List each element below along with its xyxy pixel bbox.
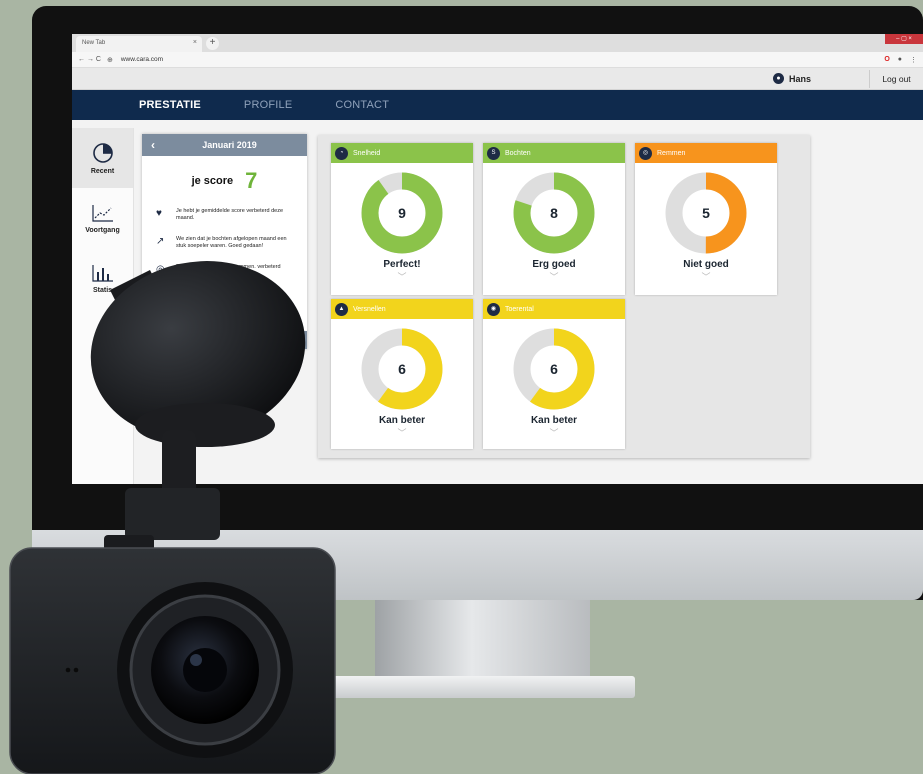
opera-icon[interactable]: O bbox=[884, 56, 889, 64]
rpm-gauge-icon: ◉ bbox=[487, 302, 500, 316]
curve-sign-icon: S bbox=[487, 146, 500, 160]
score-ring: 9 bbox=[361, 172, 443, 254]
month-title: Januari 2019 bbox=[202, 140, 257, 150]
speedometer-icon: ◔ bbox=[335, 146, 348, 160]
main-nav: PRESTATIE PROFILE CONTACT bbox=[72, 90, 923, 120]
score-ring: 5 bbox=[665, 172, 747, 254]
ring-value: 9 bbox=[398, 205, 406, 221]
card-versnellen[interactable]: ▲ Versnellen 6 Kan beter ﹀ bbox=[331, 299, 473, 449]
user-menu[interactable]: ● Hans bbox=[772, 73, 811, 84]
sidebar-item-label: Recent bbox=[90, 167, 115, 175]
card-rating: Kan beter bbox=[378, 415, 426, 426]
extension-icon[interactable]: ● bbox=[898, 56, 902, 64]
line-chart-icon bbox=[91, 204, 113, 222]
message-item: ◎ Probeer minder hard te remmen. verbete… bbox=[142, 264, 307, 278]
score-ring: 6 bbox=[513, 328, 595, 410]
pie-chart-icon bbox=[92, 142, 113, 163]
heart-icon: ♥ bbox=[156, 208, 162, 219]
card-title: Versnellen bbox=[353, 305, 386, 313]
card-rating: Niet goed bbox=[683, 259, 729, 270]
nav-contact[interactable]: CONTACT bbox=[335, 99, 389, 111]
score-label: je score bbox=[191, 175, 234, 187]
sidebar-item-statistieken[interactable]: Statis bbox=[72, 248, 133, 308]
chevron-down-icon[interactable]: ﹀ bbox=[483, 270, 625, 284]
nav-prestatie[interactable]: PRESTATIE bbox=[139, 99, 201, 111]
tab-title: New Tab bbox=[82, 40, 106, 46]
new-tab-button[interactable]: + bbox=[206, 37, 219, 50]
card-rating: Kan beter bbox=[530, 415, 578, 426]
monitor-stand-base bbox=[330, 676, 635, 698]
ring-value: 8 bbox=[550, 205, 558, 221]
chevron-left-icon[interactable]: ‹ bbox=[142, 138, 164, 152]
score-ring: 8 bbox=[513, 172, 595, 254]
nav-profile[interactable]: PROFILE bbox=[244, 99, 292, 111]
brake-icon: ◎ bbox=[156, 264, 165, 275]
card-snelheid[interactable]: ◔ Snelheid 9 Perfect! ﹀ bbox=[331, 143, 473, 295]
message-text: Probeer minder hard te remmen. verbeterd… bbox=[176, 264, 281, 277]
score-value: 7 bbox=[245, 168, 258, 193]
card-bochten[interactable]: S Bochten 8 Erg goed ﹀ bbox=[483, 143, 625, 295]
bar-chart-icon bbox=[91, 264, 113, 282]
card-rating: Perfect! bbox=[383, 259, 421, 270]
user-icon: ● bbox=[772, 73, 784, 84]
sidebar-item-label: Voortgang bbox=[85, 226, 120, 234]
card-title: Toerental bbox=[505, 305, 534, 313]
message-text: We zien dat je bochten afgelopen maand e… bbox=[176, 236, 287, 249]
card-header: ▲ Versnellen bbox=[331, 299, 473, 319]
message-item: ♥ Je hebt je gemiddelde score verbeterd … bbox=[142, 208, 307, 222]
menu-icon[interactable]: ⋮ bbox=[910, 56, 917, 64]
ring-value: 6 bbox=[398, 361, 406, 377]
card-header: ◉ Toerental bbox=[483, 299, 625, 319]
card-title: Snelheid bbox=[353, 149, 381, 157]
window-controls[interactable]: – ▢ × bbox=[885, 34, 923, 44]
ring-value: 6 bbox=[550, 361, 558, 377]
card-title: Bochten bbox=[505, 149, 531, 157]
card-header: ◔ Snelheid bbox=[331, 143, 473, 163]
message-text: Je hebt je gemiddelde score verbeterd de… bbox=[176, 208, 284, 221]
chevron-down-icon[interactable]: ﹀ bbox=[483, 426, 625, 440]
accelerate-icon: ▲ bbox=[335, 302, 348, 316]
curve-arrow-icon: ↗ bbox=[156, 236, 165, 247]
screen: New Tab × + – ▢ × ← → C ⊕ www.cara.com O… bbox=[72, 34, 923, 484]
user-bar: ● Hans Log out bbox=[72, 68, 923, 90]
chevron-down-icon[interactable]: ﹀ bbox=[635, 270, 777, 284]
score-summary: je score 7 bbox=[142, 168, 307, 194]
extension-area: O ● ⋮ bbox=[884, 56, 923, 64]
brake-disc-icon: ◎ bbox=[639, 146, 652, 160]
panel-footer bbox=[142, 331, 307, 349]
card-rating: Erg goed bbox=[532, 259, 576, 270]
sidebar-item-recent[interactable]: Recent bbox=[72, 128, 133, 188]
user-name: Hans bbox=[788, 73, 811, 84]
score-ring: 6 bbox=[361, 328, 443, 410]
globe-icon: ⊕ bbox=[106, 56, 113, 64]
address-bar: ← → C ⊕ www.cara.com O ● ⋮ bbox=[72, 52, 923, 68]
logout-button[interactable]: Log out bbox=[869, 70, 923, 88]
url-field[interactable]: www.cara.com bbox=[121, 56, 163, 63]
chevron-down-icon[interactable]: ﹀ bbox=[331, 426, 473, 440]
month-header: ‹ Januari 2019 bbox=[142, 134, 307, 156]
ring-value: 5 bbox=[702, 205, 710, 221]
card-header: ◎ Remmen bbox=[635, 143, 777, 163]
card-toerental[interactable]: ◉ Toerental 6 Kan beter ﹀ bbox=[483, 299, 625, 449]
card-title: Remmen bbox=[657, 149, 686, 157]
side-menu: Recent Voortgang Statis bbox=[72, 128, 134, 484]
browser-tab[interactable]: New Tab × bbox=[76, 36, 202, 52]
message-item: ↗ We zien dat je bochten afgelopen maand… bbox=[142, 236, 307, 250]
browser-tab-bar: New Tab × + – ▢ × bbox=[72, 34, 923, 52]
sidebar-item-voortgang[interactable]: Voortgang bbox=[72, 188, 133, 248]
nav-buttons[interactable]: ← → C bbox=[78, 56, 101, 63]
sidebar-item-label: Statis bbox=[92, 286, 113, 294]
card-header: S Bochten bbox=[483, 143, 625, 163]
chevron-down-icon[interactable]: ﹀ bbox=[331, 270, 473, 284]
score-panel: ‹ Januari 2019 je score 7 ♥ Je hebt je g… bbox=[142, 134, 307, 349]
card-remmen[interactable]: ◎ Remmen 5 Niet goed ﹀ bbox=[635, 143, 777, 295]
tab-close-icon[interactable]: × bbox=[193, 39, 197, 46]
